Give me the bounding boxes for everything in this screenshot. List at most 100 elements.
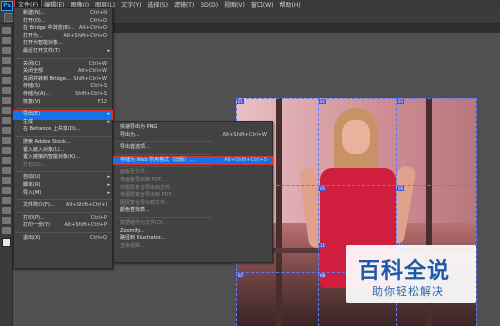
- file_menu-item-11[interactable]: 存储为(A)... Shift+Ctrl+S: [14, 91, 112, 99]
- lasso-tool-icon[interactable]: [1, 47, 11, 54]
- export_submenu-item-12[interactable]: 颜色查找表...: [114, 207, 272, 215]
- file_menu-item-label: 退出(X): [23, 235, 41, 241]
- zoom-tool-icon[interactable]: [1, 217, 11, 224]
- submenu-arrow-icon: ▸: [107, 118, 110, 125]
- quick-select-tool-icon[interactable]: [1, 57, 11, 64]
- file_menu-item-shortcut: Alt+Ctrl+W: [78, 68, 107, 75]
- export_submenu-item-14[interactable]: 数据组作为文件(D)...: [114, 220, 272, 228]
- healing-tool-icon[interactable]: [1, 87, 11, 94]
- file_menu-item-18[interactable]: 搜索 Adobe Stock...: [14, 139, 112, 147]
- more-tools-icon[interactable]: [1, 227, 11, 234]
- type-tool-icon[interactable]: [1, 177, 11, 184]
- file_menu-item-shortcut: Ctrl+O: [89, 17, 107, 24]
- file_menu-item-shortcut: Alt+Shift+Ctrl+P: [64, 222, 107, 229]
- menu-item-5[interactable]: 选择(S): [144, 0, 171, 11]
- file_menu-item-label: 在 Behance 上共享(D)...: [23, 126, 81, 133]
- shape-tool-icon[interactable]: [1, 197, 11, 204]
- file_menu-item-label: 文件简介(F)...: [23, 202, 55, 209]
- gradient-tool-icon[interactable]: [1, 137, 11, 144]
- file_menu-item-12[interactable]: 恢复(V) F12: [14, 99, 112, 107]
- menu-separator: [116, 141, 212, 143]
- export_submenu-item-label: 颜色查找表...: [120, 207, 150, 214]
- watermark-title: 百科全说: [358, 259, 451, 284]
- marquee-tool-icon[interactable]: [1, 37, 11, 44]
- file_menu-item-23[interactable]: 自动(U) ▸: [14, 174, 112, 182]
- menu-separator: [16, 108, 112, 110]
- hand-tool-icon[interactable]: [1, 207, 11, 214]
- export_submenu-item-label: 导出首选项...: [120, 144, 150, 151]
- brush-tool-icon[interactable]: [1, 97, 11, 104]
- slice-number-tag[interactable]: 06: [397, 186, 405, 191]
- file_menu-item-14[interactable]: 导出(E) ▸: [13, 110, 113, 120]
- slice-guide-line: [476, 98, 477, 326]
- blur-tool-icon[interactable]: [1, 147, 11, 154]
- export-submenu: 快速导出为 PNG 导出为... Alt+Shift+Ctrl+W 导出首选项... 存…: [113, 121, 273, 263]
- crop-tool-icon[interactable]: [1, 67, 11, 74]
- export_submenu-item-3[interactable]: 导出首选项...: [114, 144, 272, 152]
- file_menu-item-label: 打印一份(Y): [23, 222, 50, 229]
- file_menu-item-shortcut: Shift+Ctrl+S: [75, 91, 107, 97]
- file_menu-item-32[interactable]: 退出(X) Ctrl+Q: [14, 235, 112, 243]
- menu-item-9[interactable]: 窗口(W): [248, 0, 277, 11]
- file_menu-item-shortcut: Alt+Shift+Ctrl+O: [63, 32, 107, 39]
- eyedropper-tool-icon[interactable]: [1, 77, 11, 84]
- file_menu-item-20[interactable]: 置入链接的智能对象(K)...: [14, 154, 112, 162]
- menu-item-6[interactable]: 滤镜(T): [171, 0, 197, 11]
- file_menu-item-label: 存储(S): [23, 83, 41, 90]
- file_menu-item-16[interactable]: 在 Behance 上共享(D)...: [14, 126, 112, 134]
- file_menu-item-shortcut: Ctrl+W: [88, 60, 107, 67]
- export_submenu-item-7[interactable]: 画板至文件...: [114, 169, 272, 177]
- export_submenu-item-label: 导出为...: [120, 131, 140, 138]
- dodge-tool-icon[interactable]: [1, 157, 11, 164]
- file_menu-item-21[interactable]: 打包(G)...: [14, 162, 112, 170]
- menu-item-10[interactable]: 帮助(H): [277, 0, 304, 11]
- export_submenu-item-5[interactable]: 存储为 Web 所用格式（旧版）... Alt+Shift+Ctrl+S: [113, 155, 273, 166]
- file_menu-item-shortcut: Alt+Shift+Ctrl+I: [65, 202, 107, 209]
- pen-tool-icon[interactable]: [1, 167, 11, 174]
- submenu-arrow-icon: ▸: [107, 182, 110, 188]
- menu-item-8[interactable]: 视图(V): [221, 0, 248, 11]
- slice-number-tag[interactable]: 02: [319, 99, 327, 104]
- export_submenu-item-label: 数据组作为文件(D)...: [120, 220, 168, 226]
- file_menu-item-2[interactable]: 在 Bridge 中浏览(B)... Alt+Ctrl+O: [14, 25, 112, 33]
- slice-number-tag[interactable]: 07: [237, 273, 245, 278]
- export_submenu-item-10[interactable]: 将图层复合导出到 PDF...: [114, 192, 272, 200]
- export_submenu-item-16[interactable]: 路径到 Illustrator...: [114, 235, 272, 243]
- path-select-tool-icon[interactable]: [1, 187, 11, 194]
- model-face: [342, 120, 370, 154]
- export_submenu-item-1[interactable]: 导出为... Alt+Shift+Ctrl+W: [114, 132, 272, 140]
- file_menu-item-30[interactable]: 打印一份(Y) Alt+Shift+Ctrl+P: [14, 222, 112, 230]
- slice-number-tag[interactable]: 01: [237, 99, 245, 104]
- menu-separator: [116, 153, 212, 155]
- menu-item-7[interactable]: 3D(D): [197, 0, 221, 11]
- slice-number-tag[interactable]: 08: [319, 273, 327, 278]
- export_submenu-item-label: 快速导出为 PNG: [120, 124, 158, 130]
- stamp-tool-icon[interactable]: [1, 107, 11, 114]
- slice-number-tag[interactable]: 11: [319, 243, 327, 248]
- slice-number-tag[interactable]: 03: [397, 99, 405, 104]
- export_submenu-item-17[interactable]: 渲染视频...: [114, 243, 272, 251]
- file_menu-item-shortcut: F12: [97, 98, 107, 105]
- eraser-tool-icon[interactable]: [1, 127, 11, 134]
- file_menu-item-25[interactable]: 导入(M) ▸: [14, 190, 112, 198]
- file_menu-item-5[interactable]: 最近打开文件(T) ▸: [14, 48, 112, 56]
- history-brush-tool-icon[interactable]: [1, 117, 11, 124]
- move-tool-icon[interactable]: [1, 27, 11, 34]
- export_submenu-item-8[interactable]: 将画板导出到 PDF...: [114, 177, 272, 185]
- menu-separator: [16, 136, 112, 137]
- slice-number-tag[interactable]: 05: [319, 186, 327, 191]
- file_menu-item-label: 搜索 Adobe Stock...: [23, 139, 71, 145]
- file_menu-item-0[interactable]: 新建(N)... Ctrl+N: [14, 10, 112, 18]
- photo-pole: [276, 98, 282, 326]
- file_menu-item-8[interactable]: 关闭全部 Alt+Ctrl+W: [14, 68, 112, 76]
- file_menu-item-10[interactable]: 存储(S) Ctrl+S: [14, 83, 112, 91]
- file_menu-item-27[interactable]: 文件简介(F)... Alt+Shift+Ctrl+I: [14, 202, 112, 210]
- foreground-color-swatch[interactable]: [1, 238, 11, 247]
- document-tab-bar: [112, 24, 500, 33]
- menu-separator: [116, 217, 212, 218]
- menu-item-4[interactable]: 文字(Y): [118, 0, 144, 11]
- file_menu-item-24[interactable]: 脚本(R) ▸: [14, 182, 112, 190]
- file_menu-item-label: 最近打开文件(T): [23, 48, 60, 54]
- file_menu-item-4[interactable]: 打开为智能对象...: [14, 40, 112, 48]
- export_submenu-item-0[interactable]: 快速导出为 PNG: [114, 124, 272, 132]
